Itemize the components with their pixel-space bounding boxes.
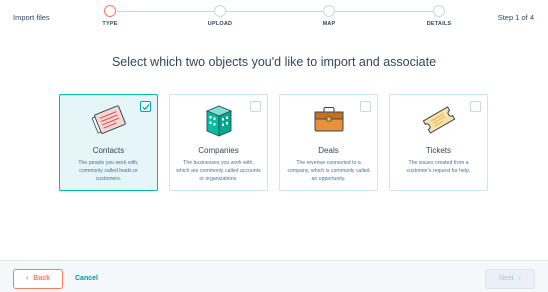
step-map: MAP <box>299 5 359 27</box>
footer-bar: ‹ Back Cancel Next › <box>0 260 548 292</box>
card-description: The revenue connected to a company, whic… <box>287 160 370 182</box>
cancel-link[interactable]: Cancel <box>75 275 98 282</box>
step-label: TYPE <box>102 21 118 27</box>
step-upload: UPLOAD <box>190 5 250 27</box>
step-label: DETAILS <box>426 21 452 27</box>
card-title: Companies <box>198 146 239 155</box>
step-type: TYPE <box>80 5 140 27</box>
card-title: Tickets <box>425 146 452 155</box>
page-heading: Select which two objects you'd like to i… <box>111 55 437 69</box>
object-card-deals[interactable]: Deals The revenue connected to a company… <box>279 94 378 191</box>
card-description: The businesses you work with, which are … <box>176 160 261 182</box>
card-description: The issues created from a customer's req… <box>406 160 471 174</box>
chevron-right-icon: › <box>518 275 521 282</box>
step-dot <box>214 5 226 17</box>
step-details: DETAILS <box>409 5 469 27</box>
object-card-tickets[interactable]: Tickets The issues created from a custom… <box>389 94 488 191</box>
step-label: MAP <box>322 21 336 27</box>
step-label: UPLOAD <box>207 21 233 27</box>
back-button[interactable]: ‹ Back <box>13 269 63 289</box>
step-dot <box>433 5 445 17</box>
companies-icon <box>170 102 267 138</box>
chevron-left-icon: ‹ <box>25 275 29 282</box>
object-card-companies[interactable]: Companies The businesses you work with, … <box>169 94 268 191</box>
step-dot <box>323 5 335 17</box>
card-description: The people you work with, commonly calle… <box>78 160 139 182</box>
next-button[interactable]: Next › <box>485 269 535 289</box>
stepper-track <box>110 11 440 12</box>
card-title: Contacts <box>92 146 125 155</box>
deals-icon <box>280 102 377 138</box>
object-card-contacts[interactable]: Contacts The people you work with, commo… <box>59 94 158 191</box>
back-button-label: Back <box>33 275 51 282</box>
header: Import files TYPE UPLOAD MAP DETAILS Ste… <box>0 0 548 38</box>
contacts-icon <box>60 102 157 138</box>
page-title: Import files <box>13 13 50 22</box>
tickets-icon <box>390 102 487 138</box>
step-dot-active <box>104 5 116 17</box>
step-counter: Step 1 of 4 <box>497 13 534 22</box>
card-title: Deals <box>318 146 339 155</box>
next-button-label: Next <box>499 275 514 282</box>
